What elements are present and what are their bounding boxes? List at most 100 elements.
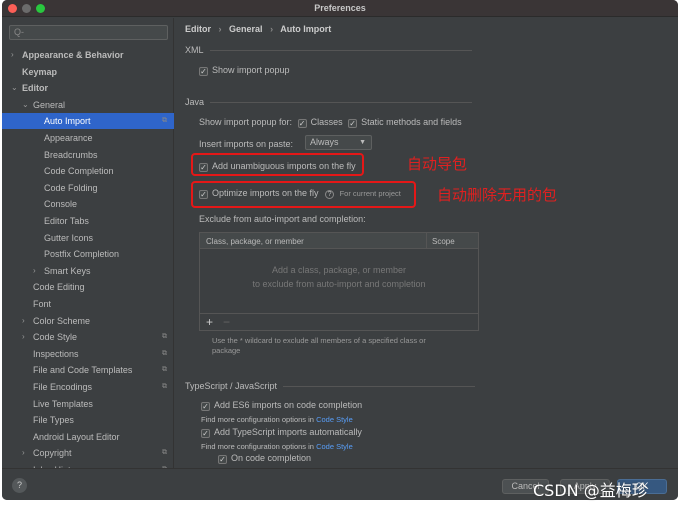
sidebar-item-label: Inspections (33, 348, 79, 359)
code-style-link[interactable]: Code Style (316, 415, 353, 424)
sidebar-item-label: General (33, 99, 66, 110)
project-scope-icon: ⧉ (162, 366, 167, 374)
import-popup-row: Show import popup for: ✓ Classes ✓ Static … (199, 117, 462, 128)
column-header[interactable]: Scope (432, 237, 455, 246)
find-more-text: Find more configuration options in Code … (201, 415, 353, 424)
project-scope-icon: ⧉ (162, 333, 167, 341)
sidebar-item[interactable]: Android Layout Editor (2, 429, 174, 445)
sidebar-item-label: File Encodings (33, 382, 93, 392)
sidebar-item[interactable]: ⌄ General (2, 97, 174, 113)
sidebar-item-label: Console (44, 199, 78, 210)
breadcrumb-item[interactable]: General (229, 24, 263, 34)
sidebar-item[interactable]: File and Code Templates ⧉ (2, 362, 174, 378)
classes-checkbox[interactable]: ✓ Classes (297, 117, 343, 128)
sidebar-item[interactable]: Gutter Icons (2, 230, 174, 246)
project-scope-icon: ⧉ (162, 349, 167, 357)
chevron-right-icon[interactable]: › (22, 329, 25, 345)
annotation-auto-remove: 自动删除无用的包 (437, 186, 558, 204)
sidebar-item-label: Gutter Icons (44, 232, 94, 243)
sidebar-item[interactable]: Font (2, 296, 174, 312)
sidebar-item[interactable]: Editor Tabs (2, 213, 174, 229)
exclude-table: Class, package, or member Scope Add a cl… (199, 232, 479, 331)
es6-imports-checkbox[interactable]: ✓ Add ES6 imports on code completion (201, 400, 362, 411)
sidebar-item-label: Code Completion (44, 166, 114, 177)
sidebar-item-label: Code Style (33, 332, 78, 343)
column-header[interactable]: Class, package, or member (206, 237, 304, 246)
watermark: CSDN @益梅珍 (533, 481, 648, 500)
sidebar-item[interactable]: › Smart Keys (2, 263, 174, 279)
sidebar-item[interactable]: › Color Scheme (2, 313, 174, 329)
sidebar-item-label: Font (33, 299, 52, 309)
help-button[interactable]: ? (12, 478, 27, 493)
chevron-right-icon[interactable]: › (22, 445, 25, 461)
sidebar-item-label: Appearance & Behavior (22, 50, 124, 60)
close-button[interactable] (8, 4, 17, 13)
sidebar-item-label: Editor (22, 83, 48, 94)
remove-icon[interactable]: − (223, 315, 230, 329)
chevron-down-icon[interactable]: ⌄ (22, 97, 29, 113)
sidebar-item[interactable]: Live Templates (2, 396, 174, 412)
sidebar-item-label: Auto Import (44, 116, 91, 127)
minimize-button[interactable] (22, 4, 31, 13)
sidebar-item[interactable]: Code Folding (2, 180, 174, 196)
highlight-box (191, 153, 364, 176)
find-more-text: Find more configuration options in Code … (201, 442, 353, 451)
sidebar-item-label: File and Code Templates (33, 365, 133, 376)
sidebar-item[interactable]: Breadcrumbs (2, 147, 174, 163)
sidebar-item-label: Copyright (33, 448, 72, 459)
code-style-link[interactable]: Code Style (316, 442, 353, 451)
ts-imports-checkbox[interactable]: ✓ Add TypeScript imports automatically (201, 427, 362, 438)
exclude-label: Exclude from auto-import and completion: (199, 214, 366, 224)
sidebar-item[interactable]: › Copyright ⧉ (2, 445, 174, 461)
sidebar-item[interactable]: › Code Style ⧉ (2, 329, 174, 345)
sidebar-item-label: Postfix Completion (44, 249, 120, 260)
sidebar-item-label: Editor Tabs (44, 216, 89, 226)
sidebar-item-label: Color Scheme (33, 315, 91, 326)
paste-label: Insert imports on paste: (199, 139, 294, 149)
annotation-auto-import: 自动导包 (407, 155, 468, 173)
sidebar-item-label: Appearance (44, 133, 93, 143)
chevron-right-icon[interactable]: › (33, 263, 36, 279)
sidebar: Q- › Appearance & Behavior Keymap ⌄ Editor ⌄ G… (2, 18, 174, 475)
chevron-right-icon[interactable]: › (11, 47, 14, 63)
chevron-down-icon[interactable]: ⌄ (11, 80, 18, 96)
title-bar: Preferences (2, 0, 678, 17)
static-methods-checkbox[interactable]: ✓ Static methods and fields (348, 117, 462, 128)
sidebar-item[interactable]: Appearance (2, 130, 174, 146)
breadcrumb-item[interactable]: Editor (185, 24, 211, 34)
breadcrumb-item: Auto Import (280, 24, 332, 34)
paste-select[interactable]: Always ▼ (305, 135, 372, 150)
java-section-header: Java (185, 97, 472, 107)
sidebar-item[interactable]: File Encodings ⧉ (2, 379, 174, 395)
chevron-right-icon[interactable]: › (22, 313, 25, 329)
sidebar-item-label: Code Editing (33, 282, 85, 293)
sidebar-item[interactable]: Code Editing (2, 279, 174, 295)
show-import-popup-checkbox[interactable]: ✓ Show import popup (199, 65, 290, 76)
search-input[interactable]: Q- (9, 25, 168, 40)
sidebar-item[interactable]: Console (2, 196, 174, 212)
ts-section-header: TypeScript / JavaScript (185, 381, 475, 391)
window-title: Preferences (314, 3, 366, 13)
sidebar-item[interactable]: Auto Import ⧉ (2, 113, 174, 130)
sidebar-item-label: Live Templates (33, 398, 93, 409)
sidebar-item[interactable]: File Types (2, 412, 174, 428)
breadcrumb: Editor › General › Auto Import (185, 24, 332, 34)
highlight-box (191, 181, 416, 208)
add-icon[interactable]: + (206, 315, 213, 329)
on-code-completion-checkbox[interactable]: ✓ On code completion (218, 453, 311, 464)
sidebar-item-label: File Types (33, 415, 74, 426)
project-scope-icon: ⧉ (162, 449, 167, 457)
sidebar-item[interactable]: Postfix Completion (2, 246, 174, 262)
sidebar-item[interactable]: Inspections ⧉ (2, 346, 174, 362)
empty-state: Add a class, package, or member to exclud… (252, 265, 426, 289)
sidebar-item[interactable]: ⌄ Editor (2, 80, 174, 96)
zoom-button[interactable] (36, 4, 45, 13)
sidebar-item[interactable]: › Appearance & Behavior (2, 47, 174, 63)
sidebar-item[interactable]: Keymap (2, 64, 174, 80)
project-scope-icon: ⧉ (162, 117, 167, 125)
sidebar-item-label: Keymap (22, 66, 58, 77)
project-scope-icon: ⧉ (162, 383, 167, 390)
wildcard-hint: Use the * wildcard to exclude all member… (212, 336, 426, 355)
sidebar-item-label: Smart Keys (44, 265, 91, 276)
sidebar-item[interactable]: Code Completion (2, 163, 174, 179)
